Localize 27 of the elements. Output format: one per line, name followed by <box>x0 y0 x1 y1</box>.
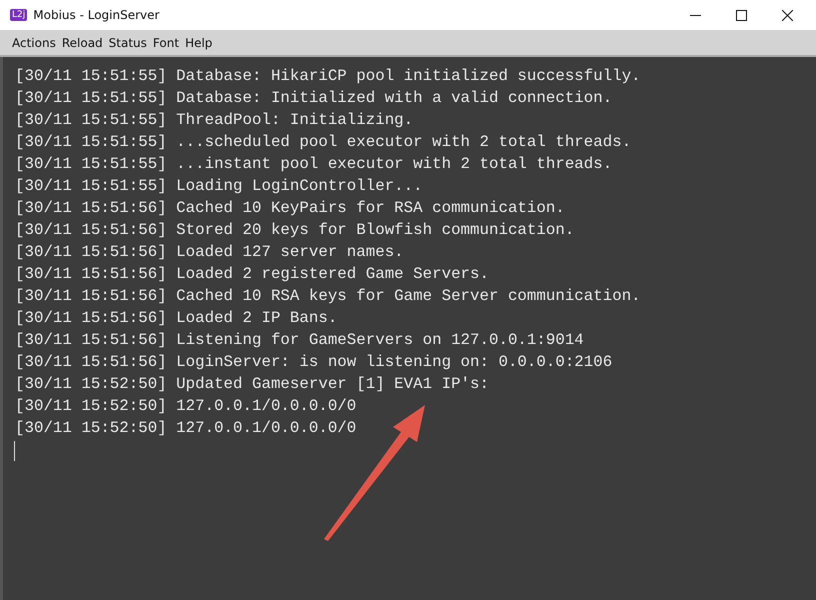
menu-item[interactable]: Help <box>185 36 212 50</box>
menu-item[interactable]: Reload <box>62 36 103 50</box>
maximize-icon[interactable] <box>736 10 747 20</box>
log-line: [30/11 15:51:56] Loaded 2 registered Game Servers. <box>15 264 490 285</box>
log-line: [30/11 15:52:50] Updated Gameserver [1] EVA1 IP's: <box>15 374 490 395</box>
menu-item[interactable]: Actions <box>12 36 56 50</box>
log-line: [30/11 15:51:56] Loaded 2 IP Bans. <box>15 308 338 329</box>
log-line: [30/11 15:52:50] 127.0.0.1/0.0.0.0/0 <box>15 396 358 417</box>
log-line: [30/11 15:51:56] Cached 10 RSA keys for Game Server communication. <box>15 286 642 307</box>
log-line: [30/11 15:51:56] Stored 20 keys for Blowfish communication. <box>15 220 576 241</box>
log-line: [30/11 15:51:55] Loading LoginController... <box>15 176 424 197</box>
log-line: [30/11 15:51:56] Cached 10 KeyPairs for RSA communication. <box>15 198 566 219</box>
menu-item[interactable]: Font <box>152 36 180 50</box>
log-line: [30/11 15:51:55] Database: HikariCP pool initialized successfully. <box>15 66 642 87</box>
log-line: [30/11 15:51:56] Loaded 127 server names. <box>15 242 405 263</box>
menu-item[interactable]: Status <box>108 36 147 50</box>
log-line: [30/11 15:52:50] 127.0.0.1/0.0.0.0/0 <box>15 418 358 439</box>
log-line: [30/11 15:51:55] ...scheduled pool executor with 2 total threads. <box>15 132 632 153</box>
window-title: Mobius - LoginServer <box>33 8 160 22</box>
log-line: [30/11 15:51:56] Listening for GameServers on 127.0.0.1:9014 <box>15 330 585 351</box>
log-line: [30/11 15:51:55] Database: Initialized with a valid connection. <box>15 88 614 109</box>
text-cursor <box>14 441 15 461</box>
close-icon[interactable] <box>782 10 793 20</box>
log-line: [30/11 15:51:56] LoginServer: is now listening on: 0.0.0.0:2106 <box>15 352 614 373</box>
log-line: [30/11 15:51:55] ThreadPool: Initializing. <box>15 110 414 131</box>
log-line: [30/11 15:51:55] ...instant pool executor with 2 total threads. <box>15 154 614 175</box>
app-logo: L2j <box>10 9 28 21</box>
